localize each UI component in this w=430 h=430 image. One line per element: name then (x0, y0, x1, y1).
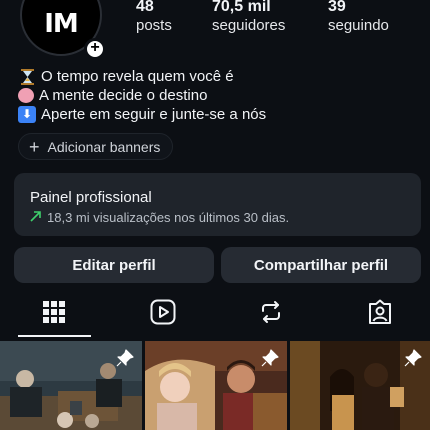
avatar-logo: IM (44, 9, 79, 39)
profile-avatar[interactable]: IM + (20, 0, 106, 60)
tab-grid[interactable] (27, 290, 81, 334)
brain-icon (18, 88, 34, 103)
post-thumbnail[interactable] (290, 341, 430, 430)
edit-profile-button[interactable]: Editar perfil (14, 247, 214, 283)
profile-bio: O tempo revela quem você é A mente decid… (18, 67, 266, 124)
tagged-icon (369, 299, 391, 324)
dashboard-subtitle: 18,3 mi visualizações nos últimos 30 dia… (30, 209, 421, 227)
trend-up-icon (30, 209, 41, 227)
grid-icon (43, 301, 65, 323)
add-banners-button[interactable]: + Adicionar banners (18, 133, 174, 160)
stat-followers-value: 70,5 mil (212, 0, 271, 15)
post-thumbnail[interactable] (145, 341, 287, 430)
pin-icon (261, 349, 279, 367)
hourglass-icon (18, 68, 36, 85)
professional-dashboard[interactable]: Painel profissional 18,3 mi visualizaçõe… (14, 173, 421, 236)
stat-posts-label: posts (136, 17, 172, 34)
bio-text: O tempo revela quem você é (41, 68, 234, 85)
post-thumbnail[interactable] (0, 341, 142, 430)
pin-icon (404, 349, 422, 367)
profile-tabs (0, 290, 430, 338)
stat-posts-value: 48 (136, 0, 154, 15)
tab-reposts[interactable] (244, 290, 298, 334)
bio-text: A mente decide o destino (39, 87, 208, 104)
bio-text: Aperte em seguir e junte-se a nós (41, 106, 267, 123)
bio-line: O tempo revela quem você é (18, 67, 266, 86)
reels-icon (150, 299, 176, 325)
pin-icon (116, 349, 134, 367)
down-arrow-icon: ⬇ (18, 106, 36, 123)
tab-reels[interactable] (136, 290, 190, 334)
stat-following-label: seguindo (328, 17, 389, 34)
add-story-icon[interactable]: + (84, 38, 106, 60)
dashboard-title: Painel profissional (30, 189, 152, 206)
active-tab-indicator (18, 335, 91, 337)
tab-tagged[interactable] (353, 290, 407, 334)
bio-line: A mente decide o destino (18, 86, 266, 105)
reposts-icon (262, 301, 280, 323)
share-profile-button[interactable]: Compartilhar perfil (221, 247, 421, 283)
stat-followers-label: seguidores (212, 17, 286, 34)
stat-following-value: 39 (328, 0, 346, 15)
share-profile-label: Compartilhar perfil (253, 256, 389, 274)
stat-following[interactable]: 39 seguindo (328, 0, 389, 36)
edit-profile-label: Editar perfil (72, 256, 156, 274)
bio-line: ⬇ Aperte em seguir e junte-se a nós (18, 105, 266, 124)
stat-posts[interactable]: 48 posts (136, 0, 172, 36)
posts-grid (0, 341, 430, 430)
dashboard-views: 18,3 mi visualizações nos últimos 30 dia… (47, 210, 290, 225)
add-banners-label: Adicionar banners (47, 138, 161, 155)
stat-followers[interactable]: 70,5 mil seguidores (212, 0, 285, 36)
plus-icon: + (29, 136, 40, 157)
